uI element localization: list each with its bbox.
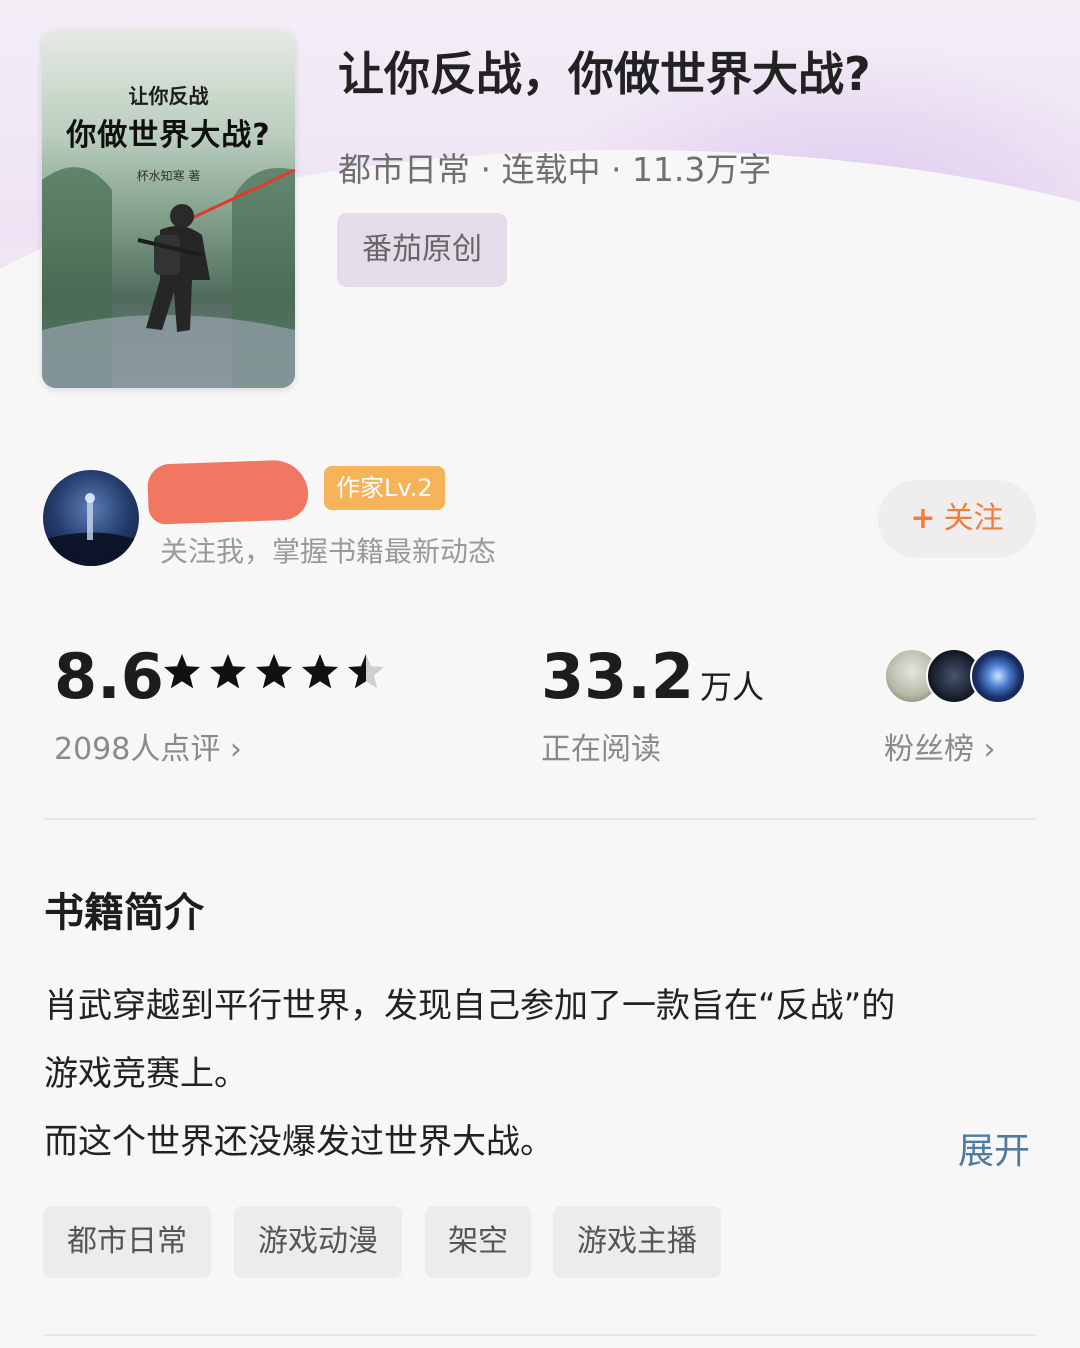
avatar-image	[43, 493, 139, 566]
readers-count: 33.2 万人	[541, 640, 764, 713]
star-half-icon	[348, 654, 384, 689]
book-detail-page: 让你反战 你做世界大战? 杯水知寒 著 让你反战，你做世界大战? 都市日常 · …	[0, 0, 1080, 1348]
synopsis-line: 肖武穿越到平行世界，发现自己参加了一款旨在“反战”的	[44, 986, 896, 1026]
review-count-link[interactable]: 2098人点评 ›	[54, 724, 242, 768]
readers-number: 33.2	[541, 640, 694, 713]
synopsis-heading: 书籍简介	[44, 890, 204, 936]
cover-author: 杯水知寒 著	[136, 169, 201, 183]
tag-chip[interactable]: 架空	[425, 1206, 531, 1278]
cover-subtitle: 让你反战	[128, 84, 209, 108]
follow-label: 关注	[943, 501, 1004, 536]
star-full-icon	[302, 654, 338, 689]
book-cover[interactable]: 让你反战 你做世界大战? 杯水知寒 著	[42, 30, 295, 388]
star-full-icon	[164, 654, 200, 689]
cover-title: 你做世界大战?	[66, 118, 271, 153]
author-level-badge: 作家Lv.2	[324, 466, 445, 510]
synopsis-text: 肖武穿越到平行世界，发现自己参加了一款旨在“反战”的 游戏竞赛上。 而这个世界还…	[44, 972, 1044, 1176]
synopsis-line: 游戏竞赛上。	[44, 1054, 248, 1094]
tag-chip[interactable]: 游戏主播	[553, 1206, 721, 1278]
fan-avatars[interactable]	[884, 648, 1029, 704]
expand-button[interactable]: 展开	[958, 1122, 1030, 1174]
author-name-redacted	[147, 459, 309, 525]
follow-button[interactable]: + 关注	[878, 480, 1036, 558]
fans-ranking-link[interactable]: 粉丝榜 ›	[884, 724, 996, 768]
star-full-icon	[256, 654, 292, 689]
tag-chip[interactable]: 游戏动漫	[234, 1206, 402, 1278]
tag-chip[interactable]: 都市日常	[43, 1206, 211, 1278]
book-meta: 都市日常 · 连载中 · 11.3万字	[338, 150, 772, 189]
author-avatar[interactable]	[43, 470, 139, 566]
fan-avatar	[970, 648, 1026, 704]
book-title: 让你反战，你做世界大战?	[338, 47, 871, 101]
plus-icon: +	[910, 501, 936, 536]
readers-label: 正在阅读	[541, 732, 661, 767]
star-full-icon	[210, 654, 246, 689]
synopsis-line: 而这个世界还没爆发过世界大战。	[44, 1122, 554, 1162]
author-follow-hint: 关注我，掌握书籍最新动态	[160, 535, 497, 568]
divider	[44, 1334, 1036, 1336]
readers-unit: 万人	[699, 668, 764, 706]
source-tag[interactable]: 番茄原创	[337, 213, 507, 287]
divider	[44, 818, 1036, 820]
rating-score: 8.6	[54, 640, 164, 713]
